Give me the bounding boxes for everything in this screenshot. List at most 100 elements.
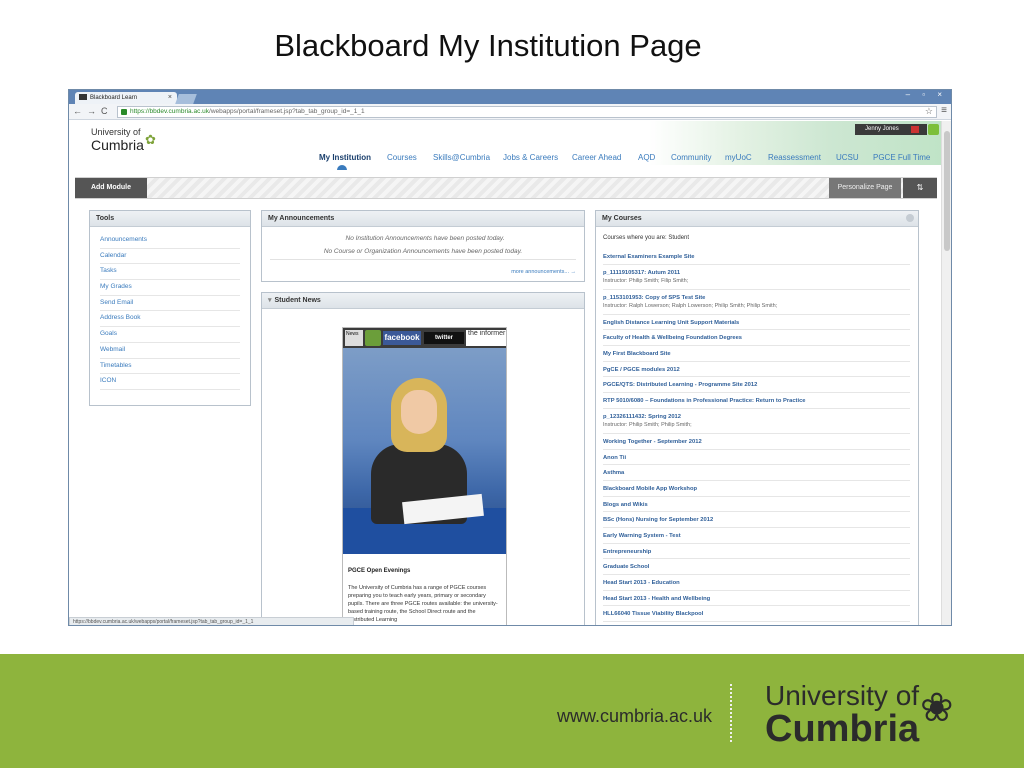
address-bar[interactable]: https://bbdev.cumbria.ac.uk/webapps/port… [117, 106, 937, 118]
tool-link[interactable]: Address Book [100, 311, 240, 328]
course-link[interactable]: Asthma [603, 469, 910, 477]
course-link[interactable]: PgCE / PGCE modules 2012 [603, 366, 910, 374]
course-link[interactable]: HLL66040 Tissue Viability Blackpool [603, 610, 910, 618]
more-announcements-link[interactable]: more announcements... → [511, 269, 576, 275]
tab-title: Blackboard Learn [90, 95, 138, 101]
course-link[interactable]: Faculty of Health & Wellbeing Foundation… [603, 334, 910, 342]
course-link[interactable]: English Distance Learning Unit Support M… [603, 319, 910, 327]
course-item: Working Together - September 2012 [603, 434, 910, 450]
course-link[interactable]: Graduate School [603, 563, 910, 571]
course-link[interactable]: Anon Tii [603, 454, 910, 462]
courses-list: External Examiners Example Site p_1111910… [596, 249, 918, 623]
browser-toolbar: ← → C https://bbdev.cumbria.ac.uk/webapp… [69, 104, 951, 120]
course-item: Entrepreneurship [603, 544, 910, 560]
add-module-button[interactable]: Add Module [75, 178, 147, 198]
back-icon[interactable]: ← [73, 106, 82, 116]
course-item: External Examiners Example Site [603, 249, 910, 265]
course-link[interactable]: Entrepreneurship [603, 548, 910, 556]
course-link[interactable]: BSc (Hons) Nursing for September 2012 [603, 516, 910, 524]
forward-icon[interactable]: → [87, 106, 96, 116]
tool-link[interactable]: My Grades [100, 280, 240, 296]
course-link[interactable]: Blackboard Mobile App Workshop [603, 485, 910, 493]
course-item: Asthma [603, 465, 910, 481]
courses-intro: Courses where you are: Student [603, 235, 690, 241]
course-link[interactable]: PGCE/QTS: Distributed Learning - Program… [603, 381, 910, 389]
tab-community[interactable]: Community [671, 153, 711, 162]
course-link[interactable]: p_11119105317: Autum 2011 [603, 269, 910, 277]
tab-pgce-full-time[interactable]: PGCE Full Time [873, 153, 930, 162]
tool-link[interactable]: Tasks [100, 264, 240, 281]
course-link[interactable]: Working Together - September 2012 [603, 438, 910, 446]
address-path-part: /webapps/portal/frameset.jsp?tab_tab_gro… [209, 108, 365, 115]
bookmark-star-icon[interactable]: ☆ [925, 106, 933, 117]
tab-myuoc[interactable]: myUoC [725, 153, 752, 162]
tools-module: Tools Announcements Calendar Tasks My Grade… [89, 210, 251, 406]
course-item: My First Blackboard Site [603, 346, 910, 362]
reload-icon[interactable]: C [101, 106, 108, 116]
facebook-link[interactable]: facebook [383, 331, 421, 345]
menu-icon[interactable]: ≡ [941, 105, 947, 116]
footer-logo-line2: Cumbria [765, 708, 920, 750]
status-bar-url: https://bbdev.cumbria.ac.uk/webapps/port… [69, 617, 354, 625]
tab-my-institution[interactable]: My Institution [319, 153, 371, 162]
footer-divider [730, 684, 732, 742]
active-tab-indicator [337, 165, 347, 170]
course-link[interactable]: Early Warning System - Test [603, 532, 910, 540]
reorder-icon[interactable]: ⇅ [903, 178, 937, 198]
announcements-module: My Announcements No Institution Announce… [261, 210, 585, 282]
tool-link[interactable]: Send Email [100, 296, 240, 312]
tab-reassessment[interactable]: Reassessment [768, 153, 821, 162]
scrollbar-thumb[interactable] [944, 131, 950, 251]
course-item: BSc (Hons) Nursing for September 2012 [603, 512, 910, 528]
course-link[interactable]: p_1153101953: Copy of SPS Test Site [603, 294, 910, 302]
university-logo[interactable]: University of Cumbria ✿ [91, 127, 156, 153]
student-news-header[interactable]: ▾ Student News [262, 293, 584, 309]
my-courses-title: My Courses [596, 211, 918, 227]
tool-link[interactable]: Goals [100, 327, 240, 343]
window-controls[interactable]: – ▫ × [906, 90, 947, 99]
course-link[interactable]: My First Blackboard Site [603, 350, 910, 358]
course-link[interactable]: Blogs and Wikis [603, 501, 910, 509]
personalize-page-button[interactable]: Personalize Page [829, 178, 901, 198]
course-link[interactable]: RTP 5010/6080 – Foundations in Professio… [603, 397, 910, 405]
course-item: p_1153101953: Copy of SPS Test Site Instr… [603, 290, 910, 315]
tab-aqd[interactable]: AQD [638, 153, 655, 162]
tab-courses[interactable]: Courses [387, 153, 417, 162]
course-item: Head Start 2013 - Education [603, 575, 910, 591]
course-link[interactable]: External Examiners Example Site [603, 253, 910, 261]
tab-ucsu[interactable]: UCSU [836, 153, 859, 162]
notification-badge[interactable] [911, 126, 919, 133]
course-link[interactable]: p_12326111432: Spring 2012 [603, 413, 910, 421]
tool-link[interactable]: Webmail [100, 343, 240, 359]
news-card[interactable]: News facebook twitter the informer PGCE … [342, 327, 507, 625]
logout-icon[interactable] [928, 124, 939, 135]
slide-footer: www.cumbria.ac.uk University of Cumbria … [0, 654, 1024, 768]
tool-link[interactable]: Timetables [100, 359, 240, 375]
course-item: p_12326111432: Spring 2012 Instructor: Ph… [603, 409, 910, 434]
user-menu[interactable]: Jenny Jones [855, 124, 939, 135]
new-tab-button[interactable] [175, 94, 197, 104]
course-item: PGCE/QTS: Distributed Learning - Program… [603, 377, 910, 394]
tool-link[interactable]: Calendar [100, 249, 240, 265]
page-content: University of Cumbria ✿ Jenny Jones My I… [69, 121, 943, 625]
browser-tab[interactable]: Blackboard Learn × [75, 92, 177, 104]
course-item: p_11119105317: Autum 2011 Instructor: Phi… [603, 265, 910, 290]
collapse-icon[interactable]: ▾ [268, 297, 272, 304]
tool-link[interactable]: Announcements [100, 233, 240, 249]
course-instructors: Instructor: Philip Smith; Philip Smith; [603, 421, 692, 428]
course-link[interactable]: Head Start 2013 - Health and Wellbeing [603, 595, 910, 603]
tab-career-ahead[interactable]: Career Ahead [572, 153, 621, 162]
twitter-link[interactable]: twitter [424, 332, 464, 344]
course-instructors: Instructor: Ralph Lowerson; Ralph Lowers… [603, 302, 778, 309]
course-item: Faculty of Health & Wellbeing Foundation… [603, 330, 910, 347]
footer-leaf-logo-icon: ❀ [920, 686, 954, 730]
course-link[interactable]: Head Start 2013 - Education [603, 579, 910, 587]
student-news-title: Student News [274, 297, 321, 304]
tab-jobs-careers[interactable]: Jobs & Careers [503, 153, 558, 162]
tool-link[interactable]: ICON [100, 374, 240, 390]
tab-close-icon[interactable]: × [168, 92, 172, 104]
page-scrollbar[interactable] [941, 121, 951, 625]
tab-skills[interactable]: Skills@Cumbria [433, 153, 490, 162]
module-settings-icon[interactable] [906, 214, 914, 222]
leaf-icon [365, 330, 381, 346]
